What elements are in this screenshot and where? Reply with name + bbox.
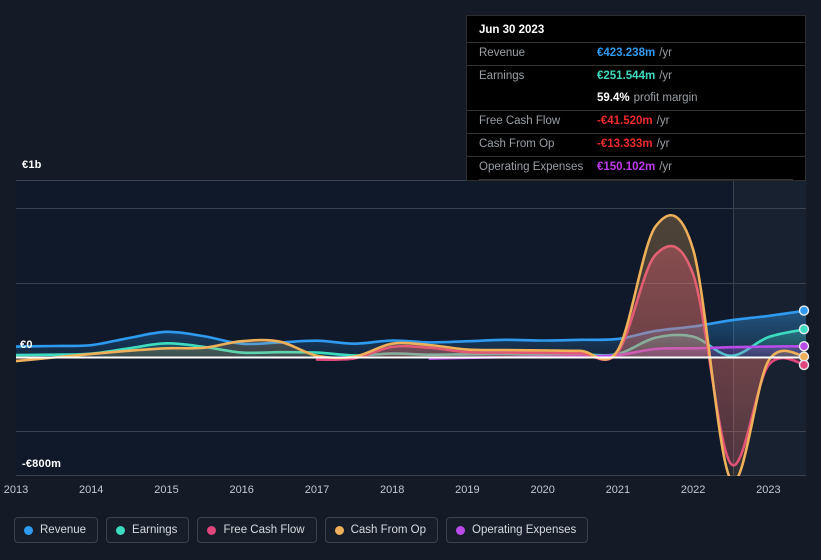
- legend-color-dot-icon: [207, 525, 217, 535]
- legend-color-dot-icon: [456, 525, 466, 535]
- x-axis-label-2019: 2019: [455, 484, 480, 496]
- financial-chart: €1b €0 -€800m 2013 2014 2015 2016 2017 2018 20…: [0, 0, 821, 560]
- tooltip-row-earnings: Earnings €251.544m/yr: [467, 65, 805, 88]
- tooltip-row-unit: /yr: [659, 47, 672, 59]
- legend-item-label: Earnings: [132, 524, 178, 536]
- legend-item-label: Revenue: [40, 524, 87, 536]
- legend-item-label: Cash From Op: [350, 524, 427, 536]
- tooltip-row-free-cash-flow: Free Cash Flow -€41.520m/yr: [467, 110, 805, 133]
- tooltip-rows: Revenue €423.238m/yr Earnings €251.544m/yr 5…: [467, 42, 805, 179]
- tooltip-row-unit: /yr: [659, 161, 672, 173]
- legend-item-free-cash-flow[interactable]: Free Cash Flow: [197, 517, 317, 543]
- legend-item-label: Operating Expenses: [472, 524, 577, 536]
- x-axis-label-2018: 2018: [379, 484, 405, 496]
- chart-legend[interactable]: Revenue Earnings Free Cash Flow Cash From O…: [14, 517, 589, 543]
- legend-color-dot-icon: [116, 525, 126, 535]
- tooltip-date-title: Jun 30 2023: [479, 24, 545, 36]
- tooltip-row-value: €150.102m: [597, 161, 656, 173]
- y-axis-label-zero: €0: [20, 339, 33, 351]
- tooltip-row-label: Earnings: [479, 70, 525, 82]
- x-axis-label-2020: 2020: [530, 484, 555, 496]
- legend-item-label: Free Cash Flow: [223, 524, 305, 536]
- tooltip-row-label: Revenue: [479, 47, 526, 59]
- endpoint-marker-free-cash-flow[interactable]: [798, 359, 810, 371]
- tooltip-row-unit: /yr: [656, 138, 670, 150]
- tooltip-row-label: Operating Expenses: [479, 161, 584, 173]
- x-axis-label-2023: 2023: [756, 484, 781, 496]
- legend-color-dot-icon: [24, 525, 33, 535]
- tooltip-row-value: 59.4%: [597, 92, 630, 104]
- tooltip-bottom-rule: [479, 179, 793, 180]
- x-axis-label-2021: 2021: [605, 484, 631, 496]
- x-axis-label-2016: 2016: [229, 484, 254, 496]
- legend-item-earnings[interactable]: Earnings: [106, 517, 190, 543]
- y-axis-label-top: €1b: [22, 159, 42, 171]
- tooltip-row-unit: /yr: [656, 115, 670, 127]
- tooltip-row-label: Free Cash Flow: [479, 115, 561, 127]
- legend-item-revenue[interactable]: Revenue: [14, 517, 99, 543]
- x-axis-label-2014: 2014: [78, 484, 104, 496]
- tooltip-row-operating-expenses: Operating Expenses €150.102m/yr: [467, 156, 805, 179]
- x-axis-label-2017: 2017: [304, 484, 330, 496]
- endpoint-marker-revenue[interactable]: [798, 305, 810, 316]
- x-axis-label-2022: 2022: [680, 484, 706, 496]
- y-axis-label-bottom: -€800m: [22, 458, 62, 470]
- tooltip-row-cash-from-op: Cash From Op -€13.333m/yr: [467, 133, 805, 156]
- chart-tooltip: Jun 30 2023 Revenue €423.238m/yr Earnings €…: [466, 15, 806, 181]
- tooltip-row-value: -€41.520m: [597, 115, 653, 127]
- tooltip-row-value: €251.544m: [597, 70, 656, 82]
- x-axis-label-2015: 2015: [154, 484, 179, 496]
- tooltip-row-label: Cash From Op: [479, 138, 555, 150]
- legend-color-dot-icon: [334, 525, 344, 535]
- x-axis: 2013 2014 2015 2016 2017 2018 2019 2020 2021 2022…: [0, 484, 821, 500]
- tooltip-row-unit: /yr: [659, 70, 672, 82]
- legend-item-cash-from-op[interactable]: Cash From Op: [324, 517, 439, 543]
- tooltip-row-unit: profit margin: [633, 92, 698, 104]
- tooltip-row-profit-margin: 59.4% profit margin: [467, 88, 805, 110]
- tooltip-row-revenue: Revenue €423.238m/yr: [467, 42, 805, 65]
- endpoint-marker-earnings[interactable]: [798, 323, 810, 335]
- tooltip-row-value: €423.238m: [597, 47, 656, 59]
- tooltip-row-value: -€13.333m: [597, 138, 653, 150]
- x-axis-label-2013: 2013: [3, 484, 29, 496]
- endpoint-marker-operating-expenses[interactable]: [798, 340, 810, 352]
- legend-item-operating-expenses[interactable]: Operating Expenses: [446, 517, 589, 543]
